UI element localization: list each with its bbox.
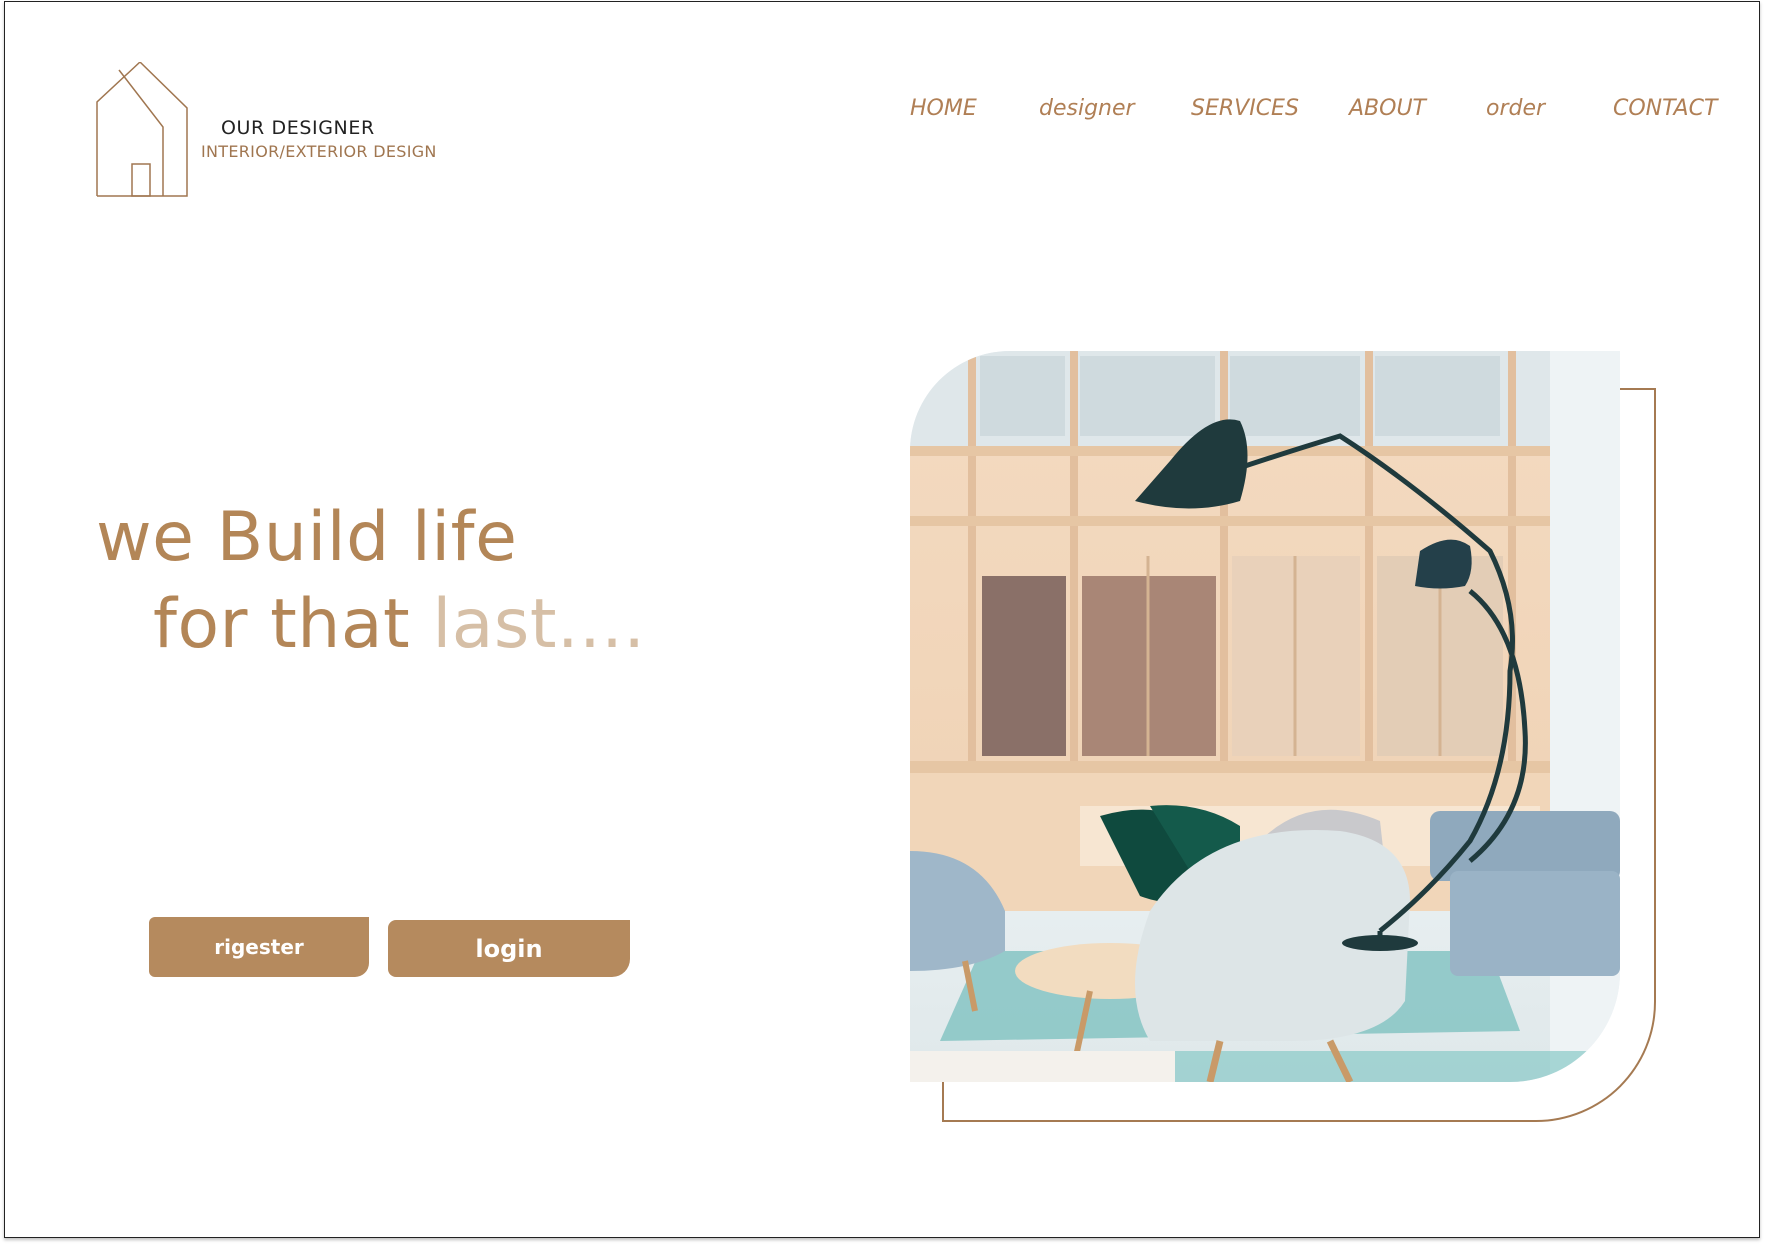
nav-home[interactable]: HOME	[910, 96, 977, 121]
interior-scene-illustration	[910, 351, 1620, 1082]
nav-order[interactable]: order	[1486, 96, 1545, 121]
nav-about[interactable]: ABOUT	[1349, 96, 1426, 121]
hero-interior-image	[910, 351, 1620, 1082]
nav-designer[interactable]: designer	[1039, 96, 1135, 121]
hero-headline-line2: for that last....	[153, 585, 645, 664]
brand-subtitle: INTERIOR/EXTERIOR DESIGN	[201, 142, 437, 161]
hero-headline-main: for that	[153, 585, 433, 664]
register-button[interactable]: rigester	[149, 917, 369, 977]
nav-contact[interactable]: CONTACT	[1613, 96, 1717, 121]
login-button[interactable]: login	[388, 920, 630, 977]
main-nav: HOME designer SERVICES ABOUT order CONTA…	[0, 96, 1766, 136]
hero-headline-line1: we Build life	[96, 498, 518, 577]
hero-headline-accent: last....	[432, 585, 646, 664]
nav-services[interactable]: SERVICES	[1191, 96, 1299, 121]
